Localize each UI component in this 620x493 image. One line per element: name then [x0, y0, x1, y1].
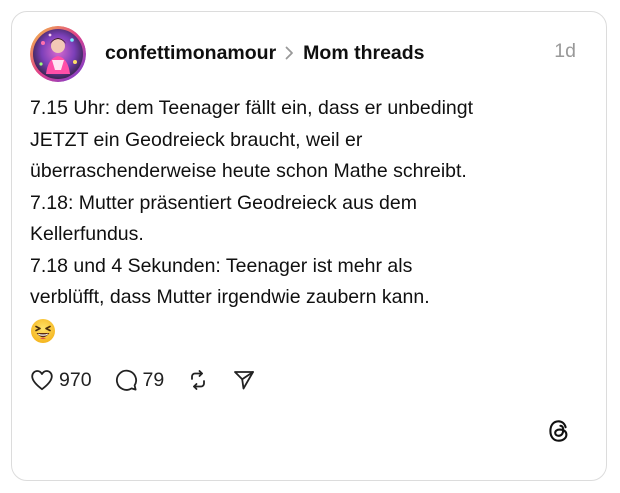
- grinning-squinting-face-icon: [30, 318, 56, 344]
- username-link[interactable]: confettimonamour: [105, 42, 276, 65]
- post-actions: 970 79: [30, 365, 278, 395]
- post-text-line: überraschenderweise heute schon Mathe sc…: [30, 160, 467, 182]
- chevron-right-icon: [285, 46, 294, 60]
- thread-link[interactable]: Mom threads: [303, 42, 424, 65]
- speech-bubble-icon: [114, 368, 138, 392]
- post-header: confettimonamour Mom threads 1d: [30, 26, 576, 84]
- threads-logo-icon[interactable]: [546, 418, 572, 444]
- repost-icon: [186, 368, 210, 392]
- reply-count: 79: [142, 368, 165, 391]
- heart-icon: [30, 369, 54, 391]
- post-timestamp: 1d: [554, 40, 576, 62]
- post-text-line: 7.15 Uhr: dem Teenager fällt ein, dass e…: [30, 97, 474, 119]
- like-button[interactable]: 970: [30, 369, 92, 392]
- post-text-line: 7.18 und 4 Sekunden: Teenager ist mehr a…: [30, 254, 413, 277]
- reply-button[interactable]: 79: [114, 368, 165, 392]
- repost-button[interactable]: [186, 368, 210, 392]
- post-text-line: verblüfft, dass Mutter irgendwie zaubern…: [30, 286, 430, 308]
- post-text-line: JETZT ein Geodreieck braucht, weil er: [30, 128, 363, 151]
- post-meta: confettimonamour Mom threads: [105, 40, 425, 66]
- send-icon: [232, 368, 256, 392]
- post-body: 7.15 Uhr: dem Teenager fällt ein, dass e…: [30, 93, 576, 344]
- share-button[interactable]: [232, 368, 256, 392]
- post-text-line: Kellerfundus.: [30, 223, 144, 245]
- avatar[interactable]: [30, 26, 86, 82]
- post-text-line: 7.18: Mutter präsentiert Geodreieck aus …: [30, 191, 417, 214]
- like-count: 970: [59, 368, 92, 391]
